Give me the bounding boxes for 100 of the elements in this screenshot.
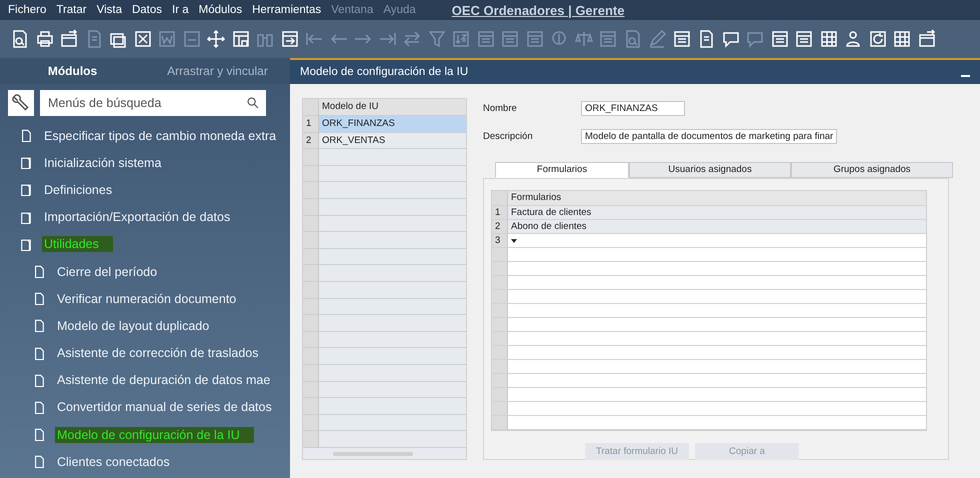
empty-table-row[interactable] [492,416,926,430]
menu-item[interactable]: Ventana [331,4,374,16]
empty-table-row[interactable] [303,232,466,249]
empty-table-row[interactable] [303,364,466,382]
tab[interactable]: Formularios [495,162,629,178]
menu-item[interactable]: Fichero [8,4,46,16]
empty-table-row[interactable] [492,402,926,416]
empty-table-row[interactable] [492,248,926,262]
empty-table-row[interactable] [492,374,926,388]
menu-entry[interactable]: Clientes conectados [55,454,172,470]
folder-icon [20,236,32,252]
menu-entry[interactable]: Inicialización sistema [42,154,164,171]
menu-entry[interactable]: Especificar tipos de cambio moneda extra [42,128,278,144]
caret-icon [511,238,517,242]
empty-table-row[interactable] [303,248,466,266]
search-icon[interactable] [246,96,260,110]
empty-table-row[interactable] [492,346,926,360]
empty-table-row[interactable] [303,382,466,398]
menu-entry[interactable]: Asistente de depuración de datos mae [55,372,272,388]
card-icon[interactable] [916,29,936,49]
tab[interactable]: Grupos asignados [791,162,953,178]
table-cell-text: Factura de clientes [510,206,592,219]
menu-entry[interactable]: Verificar numeración documento [55,290,238,307]
empty-table-row[interactable] [303,398,466,415]
column-header: Formularios [510,191,562,205]
empty-table-row[interactable] [303,414,466,432]
document-icon [33,346,45,361]
menu-entry[interactable]: Importación/Exportación de datos [42,209,232,226]
empty-table-row[interactable] [492,304,926,318]
text-field[interactable]: ORK_FINANZAS [581,100,685,116]
document-icon [33,454,45,470]
menu-item[interactable]: Tratar [56,4,87,16]
grid-icon[interactable] [818,29,838,49]
empty-table-row[interactable] [492,388,926,402]
field-label: Descripción [483,130,534,142]
empty-table-row[interactable] [303,282,466,299]
printer-icon[interactable] [34,29,54,49]
wrench-icon[interactable] [8,90,34,116]
table-cell-text: ORK_VENTAS [321,134,386,148]
table-cell-text: Abono de clientes [510,220,588,233]
goto-icon[interactable] [280,29,300,49]
empty-table-row[interactable] [303,298,466,316]
folder-icon [20,210,32,225]
empty-table-row[interactable] [303,332,466,348]
document-icon [33,427,45,442]
grid-icon[interactable] [892,29,912,49]
row-number: 2 [303,132,319,148]
card-icon[interactable] [59,29,79,49]
search-field[interactable]: Menús de búsqueda [40,90,266,116]
menu-entry[interactable]: Modelo de layout duplicado [55,318,212,334]
form-lock-icon[interactable] [230,29,250,49]
empty-table-row[interactable] [492,276,926,290]
document-icon [33,291,45,306]
empty-table-row[interactable] [492,318,926,332]
menu-item[interactable]: Herramientas [252,4,322,16]
table-cell: ORK_FINANZAS [319,116,466,132]
menu-entry[interactable]: Convertidor manual de series de datos [55,399,274,416]
sidebar-tab[interactable]: Módulos [0,64,145,78]
menu-entry[interactable]: Cierre del período [55,264,160,280]
empty-table-row[interactable] [303,431,466,448]
menu-entry[interactable]: Utilidades [42,236,113,252]
table-row[interactable]: 2 ORK_VENTAS [303,132,466,150]
menu-item[interactable]: Módulos [198,4,242,16]
empty-table-row[interactable] [303,166,466,182]
empty-table-row[interactable] [303,348,466,365]
menu-entry[interactable]: Modelo de configuración de la IU [55,426,254,443]
tab[interactable]: Usuarios asignados [629,162,791,178]
empty-table-row[interactable] [303,198,466,216]
menu-item[interactable]: Vista [96,4,122,16]
refresh-icon[interactable] [868,29,888,49]
column-header: Modelo de IU [321,100,380,114]
empty-table-row[interactable] [303,149,466,166]
move-arrows-icon[interactable] [206,29,226,49]
empty-table-row[interactable] [303,182,466,199]
window-title: Modelo de configuración de la IU [300,66,470,78]
empty-table-row[interactable] [303,265,466,282]
menu-entry[interactable]: Definiciones [42,182,114,198]
menu-entry[interactable]: Asistente de corrección de traslados [55,345,260,362]
row-number: 3 [492,234,508,247]
table-row[interactable]: 1 ORK_FINANZAS [303,116,466,133]
sidebar-tab[interactable]: Arrastrar y vincular [145,64,290,78]
menu-item[interactable]: Ayuda [383,4,416,16]
empty-table-row[interactable] [303,315,466,332]
form-icon[interactable] [770,29,790,49]
empty-table-row[interactable] [492,262,926,276]
row-number: 2 [492,220,508,233]
form-icon[interactable] [672,29,692,49]
document-icon [33,400,45,415]
document-icon [33,372,45,388]
text-field[interactable]: Modelo de pantalla de documentos de marketing para finar [581,128,838,144]
row-number: 1 [492,206,508,219]
empty-table-row[interactable] [492,360,926,374]
document-icon [20,128,32,144]
empty-table-row[interactable] [303,216,466,232]
form-icon[interactable] [794,29,814,49]
empty-table-row[interactable] [492,332,926,346]
empty-table-row[interactable] [492,290,926,304]
menu-item[interactable]: Ir a [172,4,189,16]
field-label: Nombre [483,102,518,114]
menu-item[interactable]: Datos [132,4,162,16]
